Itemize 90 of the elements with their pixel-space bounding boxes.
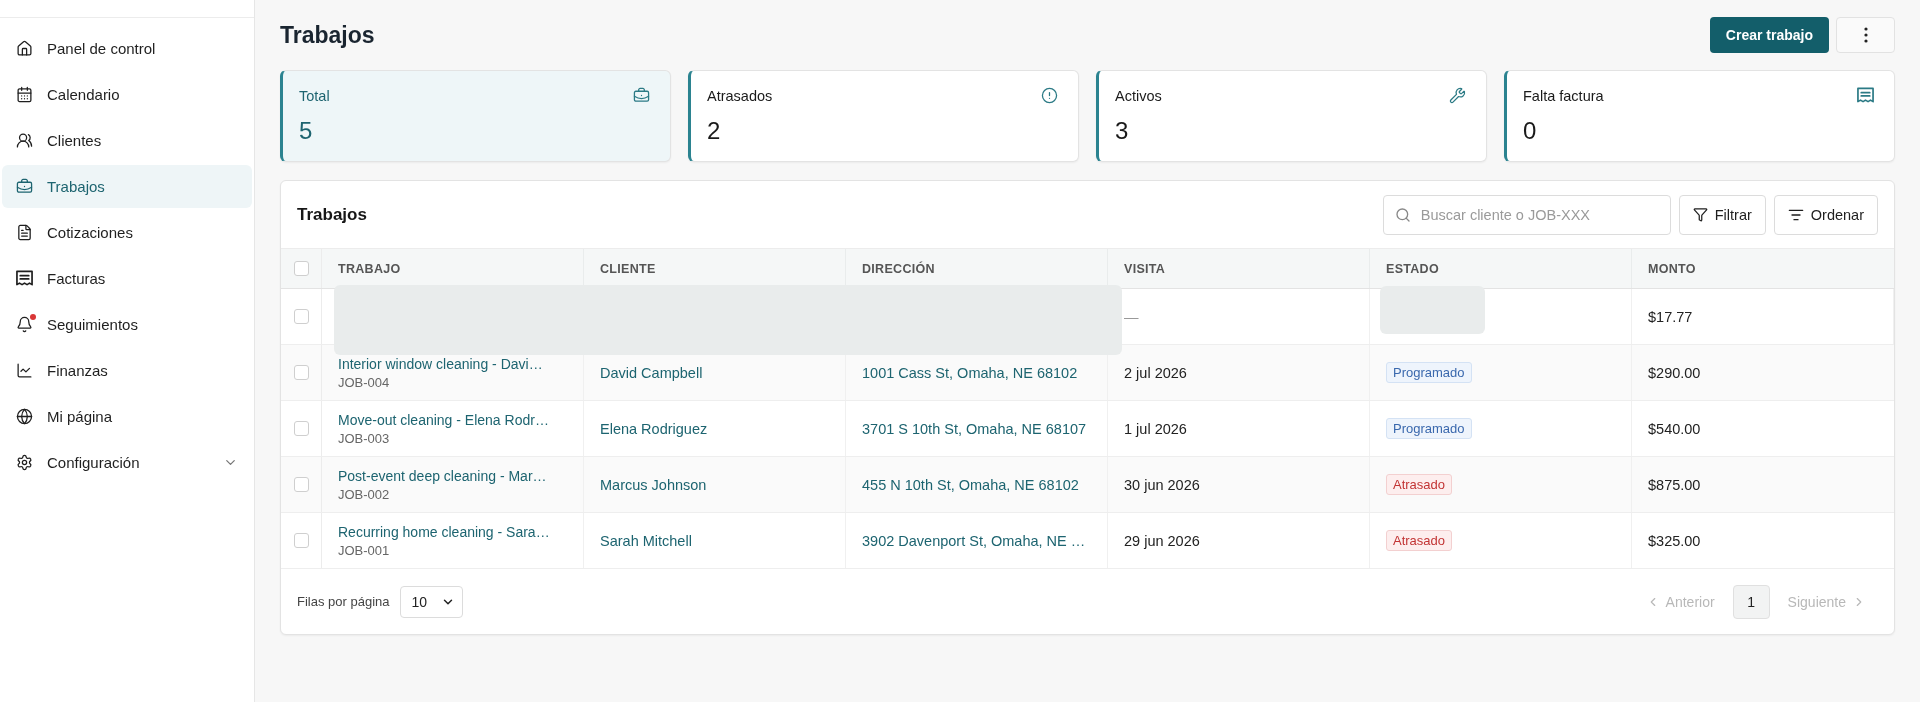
- status-badge: Programado: [1386, 362, 1472, 383]
- stat-label: Falta factura: [1523, 87, 1604, 104]
- rows-per-page-label: Filas por página: [297, 594, 390, 609]
- checkbox[interactable]: [293, 421, 309, 436]
- line-chart-icon: [16, 362, 33, 379]
- amount-text: $290.00: [1648, 364, 1701, 381]
- sidebar-item[interactable]: Cotizaciones: [2, 211, 252, 254]
- stat-card[interactable]: Falta factura 0: [1504, 70, 1895, 162]
- client-link[interactable]: Sarah Mitchell: [600, 532, 692, 549]
- more-options-button[interactable]: [1836, 17, 1895, 53]
- address-link[interactable]: 455 N 10th St, Omaha, NE 68102: [862, 476, 1079, 493]
- page-button[interactable]: 1: [1732, 584, 1770, 619]
- stat-value: 2: [707, 117, 721, 145]
- client-link[interactable]: David Campbell: [600, 364, 703, 381]
- briefcase-icon: [633, 87, 650, 104]
- search-field[interactable]: Buscar cliente o JOB-XXX: [1382, 194, 1671, 235]
- sidebar-item[interactable]: Finanzas: [2, 349, 252, 392]
- job-title-link[interactable]: Post-event deep cleaning - Mar…: [338, 467, 547, 484]
- client-link[interactable]: Marcus Johnson: [600, 476, 707, 493]
- job-id: JOB-003: [338, 430, 390, 446]
- funnel-icon: [1692, 207, 1708, 222]
- sidebar-item[interactable]: Panel de control: [2, 27, 252, 70]
- status-badge: Atrasado: [1386, 530, 1453, 551]
- calendar-icon: [16, 86, 33, 103]
- globe-icon: [16, 408, 33, 425]
- rows-per-page-select[interactable]: 10: [399, 585, 463, 618]
- alert-circle-icon: [1041, 87, 1058, 104]
- stat-card[interactable]: Atrasados 2: [688, 70, 1079, 162]
- checkbox[interactable]: [293, 365, 309, 380]
- job-title-link[interactable]: Interior window cleaning - Davi…: [338, 355, 543, 372]
- job-title-link[interactable]: Recurring home cleaning - Sara…: [338, 523, 550, 540]
- wrench-icon: [1449, 87, 1466, 104]
- table-row[interactable]: Recurring home cleaning - Sara… JOB-001 Sarah Mitchell 3902 Davenport St, Omaha, NE … 29 jun 2026 Atrasado $325.00: [281, 513, 1894, 569]
- sidebar-item[interactable]: Clientes: [2, 119, 252, 162]
- amount-text: $17.77: [1648, 308, 1693, 325]
- home-icon: [16, 40, 33, 57]
- checkbox[interactable]: [293, 533, 309, 548]
- filter-button[interactable]: Filtrar: [1678, 194, 1766, 235]
- more-vertical-icon: [1863, 27, 1868, 43]
- table-row[interactable]: Move-out cleaning - Elena Rodr… JOB-003 Elena Rodriguez 3701 S 10th St, Omaha, NE 68107 1 jul 2026 Programado $540.00: [281, 401, 1894, 457]
- amount-text: $325.00: [1648, 532, 1701, 549]
- job-title-link[interactable]: Move-out cleaning - Elena Rodr…: [338, 411, 549, 428]
- stat-card[interactable]: Total 5: [280, 70, 671, 162]
- sidebar-item[interactable]: Facturas: [2, 257, 252, 300]
- receipt-icon: [16, 270, 33, 287]
- settings-icon: [16, 454, 33, 471]
- sidebar-item[interactable]: Seguimientos: [2, 303, 252, 346]
- job-id: JOB-004: [338, 374, 390, 390]
- table-row[interactable]: Post-event deep cleaning - Mar… JOB-002 Marcus Johnson 455 N 10th St, Omaha, NE 68102 30 jun 2026 Atrasado $875.00: [281, 457, 1894, 513]
- amount-text: $540.00: [1648, 420, 1701, 437]
- visit-date: 29 jun 2026: [1124, 532, 1200, 549]
- visit-date: 2 jul 2026: [1124, 364, 1187, 381]
- address-link[interactable]: 3902 Davenport St, Omaha, NE …: [862, 532, 1086, 549]
- users-icon: [16, 132, 33, 149]
- bell-icon: [16, 316, 33, 333]
- search-icon: [1394, 206, 1411, 223]
- checkbox[interactable]: [293, 477, 309, 492]
- document-icon: [16, 224, 33, 241]
- table-title: Trabajos: [297, 204, 367, 225]
- stat-label: Atrasados: [707, 87, 773, 104]
- page-title: Trabajos: [280, 21, 375, 49]
- address-link[interactable]: 3701 S 10th St, Omaha, NE 68107: [862, 420, 1087, 437]
- column-header: MONTO: [1647, 260, 1697, 278]
- visit-date: 30 jun 2026: [1124, 476, 1200, 493]
- stat-card[interactable]: Activos 3: [1096, 70, 1487, 162]
- status-badge: Programado: [1386, 418, 1472, 439]
- empty-visit-text: —: [1124, 308, 1139, 325]
- checkbox[interactable]: [293, 309, 309, 324]
- sort-button[interactable]: Ordenar: [1773, 194, 1878, 235]
- sidebar-item[interactable]: Configuración: [2, 441, 252, 484]
- visit-date: 1 jul 2026: [1124, 420, 1187, 437]
- sidebar-item[interactable]: Calendario: [2, 73, 252, 116]
- stat-value: 5: [299, 117, 313, 145]
- stat-label: Total: [299, 87, 330, 104]
- stat-value: 0: [1523, 117, 1537, 145]
- create-job-button[interactable]: Crear trabajo: [1709, 17, 1829, 53]
- status-badge: Atrasado: [1386, 474, 1453, 495]
- stat-label: Activos: [1115, 87, 1162, 104]
- table-row[interactable]: Interior window cleaning - Davi… JOB-004 David Campbell 1001 Cass St, Omaha, NE 68102 2 jul 2026 Programado $290.00: [281, 345, 1894, 401]
- job-id: JOB-001: [338, 542, 390, 558]
- amount-text: $875.00: [1648, 476, 1701, 493]
- sidebar-item[interactable]: Mi página: [2, 395, 252, 438]
- sidebar-item[interactable]: Trabajos: [2, 165, 252, 208]
- checkbox[interactable]: [293, 261, 309, 276]
- stat-value: 3: [1115, 117, 1129, 145]
- receipt-icon: [1857, 87, 1874, 104]
- client-link[interactable]: Elena Rodriguez: [600, 420, 708, 437]
- job-id: JOB-002: [338, 486, 390, 502]
- briefcase-icon: [16, 178, 33, 195]
- address-link[interactable]: 1001 Cass St, Omaha, NE 68102: [862, 364, 1078, 381]
